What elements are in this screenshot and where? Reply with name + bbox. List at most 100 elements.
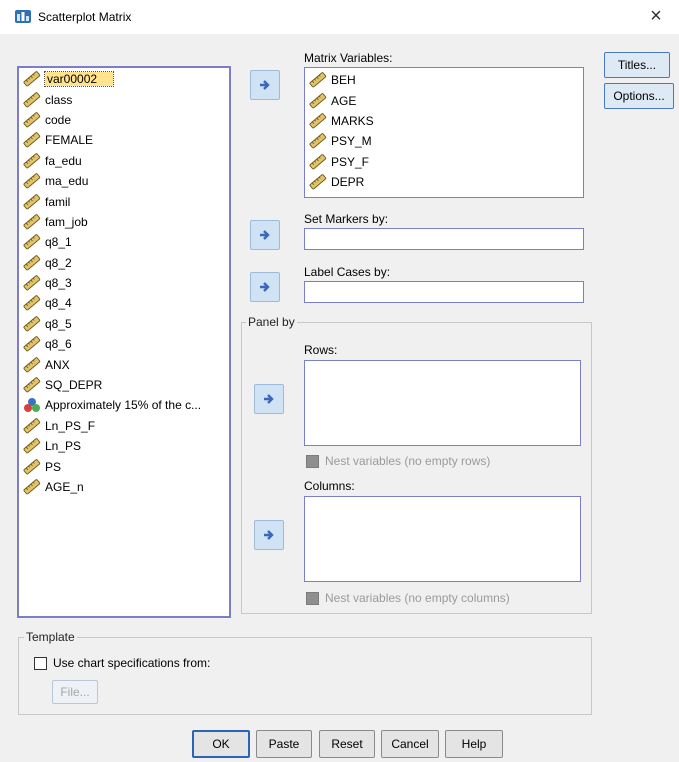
source-variable-item[interactable]: famil bbox=[19, 191, 229, 211]
scale-ruler-icon bbox=[23, 91, 41, 107]
source-variable-label: fam_job bbox=[45, 214, 88, 229]
matrix-variable-item[interactable]: DEPR bbox=[305, 172, 583, 192]
matrix-variable-label: AGE bbox=[331, 93, 357, 108]
titles-button[interactable]: Titles... bbox=[604, 52, 670, 78]
set-markers-label: Set Markers by: bbox=[304, 212, 389, 226]
options-button[interactable]: Options... bbox=[604, 83, 674, 109]
move-to-label-cases-button[interactable] bbox=[250, 272, 280, 302]
source-variable-item[interactable]: fam_job bbox=[19, 212, 229, 232]
source-variable-item[interactable]: ma_edu bbox=[19, 171, 229, 191]
close-icon[interactable]: × bbox=[641, 2, 671, 30]
template-group bbox=[18, 637, 592, 715]
matrix-variable-item[interactable]: AGE bbox=[305, 90, 583, 110]
source-variable-label: SQ_DEPR bbox=[45, 378, 103, 393]
paste-button[interactable]: Paste bbox=[256, 730, 312, 758]
source-variable-item[interactable]: AGE_n bbox=[19, 477, 229, 497]
title-bar: Scatterplot Matrix × bbox=[0, 0, 679, 34]
source-variable-item[interactable]: Approximately 15% of the c... bbox=[19, 395, 229, 415]
scale-ruler-icon bbox=[23, 316, 41, 332]
scale-ruler-icon bbox=[23, 356, 41, 373]
arrow-right-icon bbox=[260, 230, 270, 240]
scale-ruler-icon bbox=[23, 132, 41, 148]
matrix-variables-label: Matrix Variables: bbox=[304, 51, 393, 65]
matrix-variable-item[interactable]: PSY_M bbox=[305, 131, 583, 151]
move-to-columns-button[interactable] bbox=[254, 520, 284, 550]
source-variable-item[interactable]: q8_4 bbox=[19, 293, 229, 313]
scale-ruler-icon bbox=[23, 254, 41, 271]
matrix-variable-item[interactable]: BEH bbox=[305, 70, 583, 90]
matrix-variable-label: DEPR bbox=[331, 175, 365, 190]
scatterplot-matrix-dialog: Scatterplot Matrix × var00002 class code FE… bbox=[0, 0, 679, 762]
arrow-right-icon bbox=[260, 282, 270, 292]
source-variable-label: code bbox=[45, 112, 72, 127]
source-variable-item[interactable]: code bbox=[19, 110, 229, 130]
columns-list[interactable] bbox=[304, 496, 581, 582]
nest-columns-checkbox[interactable]: Nest variables (no empty columns) bbox=[306, 591, 510, 605]
scale-ruler-icon bbox=[23, 234, 41, 250]
source-variable-label: q8_3 bbox=[45, 276, 72, 291]
source-variable-item[interactable]: SQ_DEPR bbox=[19, 375, 229, 395]
scale-ruler-icon bbox=[23, 193, 41, 209]
template-legend: Template bbox=[24, 630, 77, 644]
scale-ruler-icon bbox=[23, 173, 41, 189]
scale-ruler-icon bbox=[23, 458, 41, 475]
source-variable-item[interactable]: q8_2 bbox=[19, 253, 229, 273]
source-variable-label: Ln_PS bbox=[45, 439, 82, 454]
source-variable-item[interactable]: class bbox=[19, 89, 229, 109]
move-to-markers-button[interactable] bbox=[250, 220, 280, 250]
ok-button[interactable]: OK bbox=[192, 730, 250, 758]
label-cases-field[interactable] bbox=[304, 281, 584, 303]
source-variable-item[interactable]: Ln_PS_F bbox=[19, 416, 229, 436]
use-chart-spec-checkbox[interactable]: Use chart specifications from: bbox=[34, 656, 210, 670]
source-variable-item[interactable]: PS bbox=[19, 456, 229, 476]
scale-ruler-icon bbox=[309, 174, 327, 190]
matrix-variable-item[interactable]: MARKS bbox=[305, 111, 583, 131]
source-variable-item[interactable]: FEMALE bbox=[19, 130, 229, 150]
scale-ruler-icon bbox=[23, 152, 41, 169]
file-button[interactable]: File... bbox=[52, 680, 98, 704]
label-cases-label: Label Cases by: bbox=[304, 265, 391, 279]
source-variable-item[interactable]: q8_6 bbox=[19, 334, 229, 354]
scale-ruler-icon bbox=[23, 275, 41, 291]
source-variable-label: fa_edu bbox=[45, 153, 82, 168]
nest-columns-label: Nest variables (no empty columns) bbox=[325, 591, 510, 605]
source-variable-label: Ln_PS_F bbox=[45, 418, 96, 433]
scale-ruler-icon bbox=[23, 479, 41, 495]
move-to-rows-button[interactable] bbox=[254, 384, 284, 414]
help-button[interactable]: Help bbox=[445, 730, 503, 758]
matrix-variable-item[interactable]: PSY_F bbox=[305, 152, 583, 172]
scale-ruler-icon bbox=[23, 214, 41, 230]
rows-list[interactable] bbox=[304, 360, 581, 446]
checkbox-box bbox=[306, 591, 319, 605]
arrow-right-icon bbox=[264, 530, 274, 540]
window-title: Scatterplot Matrix bbox=[38, 10, 132, 24]
matrix-variable-label: MARKS bbox=[331, 113, 374, 128]
scale-ruler-icon bbox=[309, 72, 327, 88]
reset-button[interactable]: Reset bbox=[319, 730, 375, 758]
matrix-variable-label: PSY_F bbox=[331, 154, 370, 169]
dialog-body: var00002 class code FEMALE fa_edu ma_edufamil… bbox=[0, 34, 679, 762]
scale-ruler-icon bbox=[23, 112, 41, 128]
source-variable-label: q8_6 bbox=[45, 337, 72, 352]
move-to-matrix-button[interactable] bbox=[250, 70, 280, 100]
source-variable-label: FEMALE bbox=[45, 133, 94, 148]
arrow-right-icon bbox=[260, 80, 270, 90]
source-variable-item[interactable]: q8_5 bbox=[19, 314, 229, 334]
source-variable-item[interactable]: Ln_PS bbox=[19, 436, 229, 456]
source-variable-label: famil bbox=[45, 194, 71, 209]
cancel-button[interactable]: Cancel bbox=[381, 730, 439, 758]
source-variable-item[interactable]: fa_edu bbox=[19, 151, 229, 171]
source-variable-list[interactable]: var00002 class code FEMALE fa_edu ma_edufamil… bbox=[17, 66, 231, 618]
nest-rows-checkbox[interactable]: Nest variables (no empty rows) bbox=[306, 454, 490, 468]
set-markers-field[interactable] bbox=[304, 228, 584, 250]
source-variable-label: PS bbox=[45, 459, 62, 474]
source-variable-label: ma_edu bbox=[45, 174, 89, 189]
source-variable-item[interactable]: ANX bbox=[19, 354, 229, 374]
source-variable-item[interactable]: q8_1 bbox=[19, 232, 229, 252]
scale-ruler-icon bbox=[23, 295, 41, 311]
scale-ruler-icon bbox=[23, 438, 41, 454]
source-variable-item[interactable]: var00002 bbox=[19, 69, 229, 89]
source-variable-item[interactable]: q8_3 bbox=[19, 273, 229, 293]
matrix-variables-list[interactable]: BEH AGE MARKS PSY_M PSY_F DEPR bbox=[304, 67, 584, 198]
source-variable-label: q8_2 bbox=[45, 255, 72, 270]
